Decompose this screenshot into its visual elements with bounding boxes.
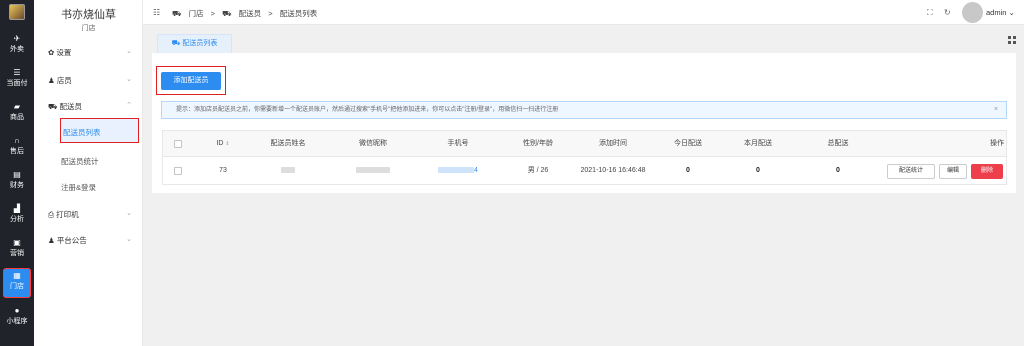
book-icon: ▤ (13, 170, 21, 179)
cell-added-time: 2021-10-16 16:46:48 (580, 167, 646, 174)
main-panel: 添加配送员 提示：添加店员配送员之前，你需要新增一个配送员账户，然后通过搜索"手… (152, 53, 1016, 193)
tip-alert: 提示：添加店员配送员之前，你需要新增一个配送员账户，然后通过搜索"手机号"把他添… (161, 101, 1007, 119)
cell-gender-age: 男 / 26 (527, 167, 549, 174)
gift-icon: ▣ (13, 238, 21, 247)
breadcrumb-separator: > (268, 9, 273, 18)
cell-today: 0 (686, 167, 690, 174)
cell-nickname (333, 158, 413, 184)
announcement-icon: ♟ (48, 236, 57, 245)
truck-icon: ⛟ (171, 40, 183, 47)
wechat-icon: ● (14, 306, 20, 315)
sidebar-group-announcement[interactable]: ♟ 平台公告 ⌄ (48, 235, 132, 246)
avatar[interactable] (962, 2, 983, 23)
fullscreen-icon[interactable]: ⛶ (927, 8, 933, 18)
chart-icon: ▟ (13, 204, 21, 213)
close-icon[interactable]: × (994, 102, 998, 118)
sidebar-group-settings[interactable]: ✿ 设置 ⌄ (48, 47, 132, 58)
app-logo (9, 4, 25, 20)
rail-item-store[interactable]: ▦ 门店 (3, 268, 31, 298)
sidebar-group-staff[interactable]: ♟ 店员 ⌄ (48, 75, 132, 86)
grid-icon[interactable] (1008, 36, 1016, 44)
store-icon: ▦ (13, 271, 21, 280)
select-all-checkbox[interactable] (174, 140, 182, 148)
tab-bar: ⛟ 配送员列表 (143, 25, 1024, 53)
chevron-down-icon: ⌄ (126, 76, 132, 83)
shop-name: 书亦烧仙草 (61, 9, 116, 21)
sidebar-group-printer[interactable]: ⎙ 打印机 ⌄ (48, 209, 132, 220)
column-header-added-time: 添加时间 (599, 140, 627, 147)
column-header-month: 本月配送 (744, 140, 772, 147)
sidebar-item-register-login[interactable]: 注册&登录 (61, 182, 96, 193)
redacted-phone (438, 167, 475, 174)
headset-icon: ∩ (14, 136, 20, 145)
column-header-phone: 手机号 (447, 140, 469, 147)
table-header: ID ⇕ 配送员姓名 微信昵称 手机号 性别/年龄 添加时间 今日配送 本月配送 … (163, 131, 1006, 157)
column-header-total: 总配送 (827, 140, 849, 147)
cell-total: 0 (836, 167, 840, 174)
redacted-name (281, 167, 295, 174)
row-checkbox[interactable] (174, 167, 182, 175)
truck-icon: ⛟ (48, 102, 60, 111)
chevron-down-icon: ⌄ (126, 210, 132, 217)
user-menu[interactable]: admin ⌄ (986, 8, 1015, 17)
rail-item-takeout[interactable]: ✈ 外卖 (0, 34, 34, 54)
rocket-icon: ✈ (13, 34, 21, 43)
list-icon: ☰ (13, 68, 21, 77)
rail-item-finance[interactable]: ▤ 财务 (0, 170, 34, 190)
truck-icon: ⛟ (222, 9, 232, 18)
user-icon: ♟ (48, 76, 57, 85)
sort-icon[interactable]: ⇕ (225, 141, 229, 147)
add-button-highlight: 添加配送员 (156, 66, 226, 95)
menu-collapse-icon[interactable]: ☷ (153, 8, 160, 17)
cell-phone[interactable]: 4 (413, 158, 503, 184)
top-header: ☷ ⛟ 门店 > ⛟ 配送员 > 配送员列表 ⛶ ↻ admin ⌄ (143, 0, 1024, 25)
column-header-today: 今日配送 (674, 140, 702, 147)
rail-item-goods[interactable]: ▰ 商品 (0, 102, 34, 122)
tip-text: 提示：添加店员配送员之前，你需要新增一个配送员账户，然后通过搜索"手机号"把他添… (176, 107, 559, 113)
rail-item-payment[interactable]: ☰ 当面付 (0, 68, 34, 88)
shop-subtitle: 门店 (81, 25, 96, 32)
chevron-down-icon: ⌄ (126, 236, 132, 243)
edit-button[interactable]: 编辑 (939, 164, 967, 179)
breadcrumb-current: 配送员列表 (279, 9, 318, 18)
breadcrumb: ⛟ 门店 > ⛟ 配送员 > 配送员列表 (172, 8, 322, 19)
delete-button[interactable]: 删除 (971, 164, 1003, 179)
sidebar-item-courier-list[interactable]: 配送员列表 (60, 118, 139, 143)
column-header-gender-age: 性别/年龄 (523, 140, 553, 147)
column-header-name: 配送员姓名 (270, 140, 306, 147)
rail-item-marketing[interactable]: ▣ 营销 (0, 238, 34, 258)
sidebar-group-delivery[interactable]: ⛟ 配送员 ⌃ (48, 101, 132, 112)
redacted-nickname (356, 167, 390, 174)
cell-id: 73 (219, 167, 227, 174)
cell-name (253, 158, 323, 184)
sidebar: 书亦烧仙草 门店 ✿ 设置 ⌄ ♟ 店员 ⌄ ⛟ 配送员 ⌃ 配送员列表 配送员统计 … (34, 0, 143, 346)
column-header-id[interactable]: ID ⇕ (203, 131, 243, 157)
delivery-stats-button[interactable]: 配送统计 (887, 164, 935, 179)
tab-courier-list[interactable]: ⛟ 配送员列表 (157, 34, 232, 53)
column-header-actions: 操作 (990, 140, 1004, 147)
chevron-down-icon: ⌄ (126, 48, 132, 55)
table-row: 73 4 男 / 26 2021-10-16 16:46:48 0 0 0 配送… (163, 158, 1006, 184)
bag-icon: ▰ (13, 102, 21, 111)
rail-item-miniapp[interactable]: ● 小程序 (0, 306, 34, 326)
sidebar-item-courier-stats[interactable]: 配送员统计 (61, 156, 99, 167)
store-icon: ⛟ (172, 9, 182, 18)
chevron-up-icon: ⌃ (126, 102, 132, 109)
column-header-nickname: 微信昵称 (359, 140, 387, 147)
rail-item-aftersale[interactable]: ∩ 售后 (0, 136, 34, 156)
refresh-icon[interactable]: ↻ (944, 8, 951, 17)
courier-table: ID ⇕ 配送员姓名 微信昵称 手机号 性别/年龄 添加时间 今日配送 本月配送 … (162, 130, 1007, 185)
breadcrumb-separator: > (210, 9, 216, 18)
rail-item-analysis[interactable]: ▟ 分析 (0, 204, 34, 224)
breadcrumb-store[interactable]: 门店 (189, 9, 204, 18)
app-rail: ✈ 外卖 ☰ 当面付 ▰ 商品 ∩ 售后 ▤ 财务 ▟ 分析 ▣ 营销 ▦ 门店 ● 小程序 (0, 0, 34, 346)
printer-icon: ⎙ (48, 210, 57, 219)
add-courier-button[interactable]: 添加配送员 (161, 72, 221, 90)
breadcrumb-delivery[interactable]: 配送员 (239, 9, 262, 18)
cell-month: 0 (756, 167, 760, 174)
